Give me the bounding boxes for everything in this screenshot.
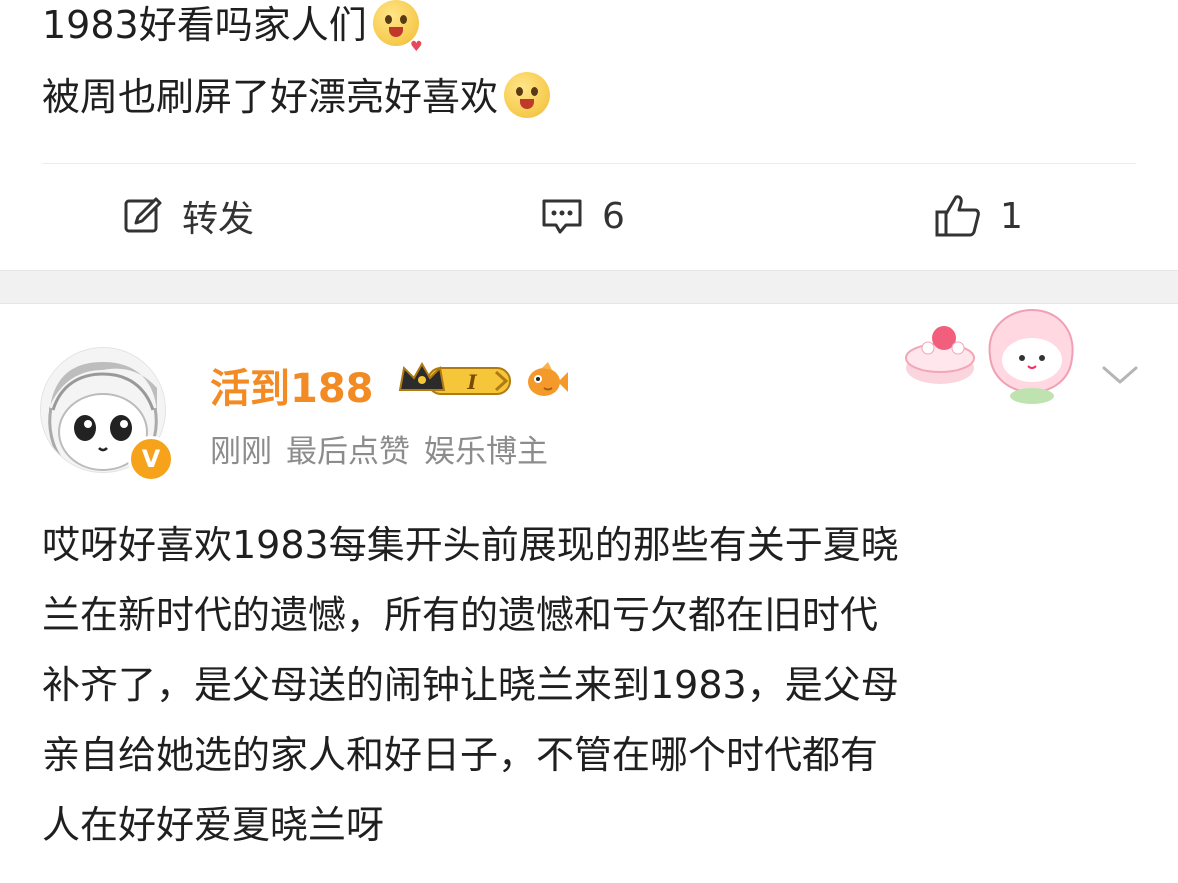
pleading-face-icon: ♥	[372, 0, 423, 55]
post-text-line-1: 1983好看吗家人们 ♥	[42, 0, 423, 55]
repost-button[interactable]: 转发	[122, 180, 254, 252]
like-count: 1	[1000, 195, 1023, 237]
post-text-line-2-content: 被周也刷屏了好漂亮好喜欢	[42, 75, 499, 119]
divider	[42, 163, 1136, 164]
comment-body: 哎呀好喜欢1983每集开头前展现的那些有关于夏晓 兰在新时代的遗憾，所有的遗憾和…	[42, 510, 1142, 860]
repost-icon	[124, 197, 162, 233]
comment-body-line: 补齐了，是父母送的闹钟让晓兰来到1983，是父母	[42, 663, 899, 707]
like-button[interactable]: 1	[934, 180, 1023, 252]
comment-meta: 刚刚 最后点赞 娱乐博主	[210, 426, 562, 471]
thumbs-up-icon	[935, 195, 980, 237]
comment-body-line: 哎呀好喜欢1983每集开头前展现的那些有关于夏晓	[42, 523, 899, 567]
meta-status: 最后点赞	[286, 434, 410, 470]
comment-body-line: 亲自给她选的家人和好日子，不管在哪个时代都有	[42, 733, 879, 777]
drooling-face-icon	[504, 72, 551, 118]
meta-role: 娱乐博主	[424, 434, 548, 470]
decorative-sticker-icon	[905, 308, 1074, 404]
meta-time: 刚刚	[210, 434, 272, 470]
chevron-down-icon[interactable]	[1100, 360, 1140, 390]
comment-body-line: 人在好好爱夏晓兰呀	[42, 803, 385, 847]
repost-label: 转发	[182, 199, 255, 240]
section-separator	[0, 270, 1178, 304]
post-text-line-2: 被周也刷屏了好漂亮好喜欢	[42, 72, 551, 122]
verified-mark: V	[141, 445, 161, 473]
post-action-bar: 转发 6 1	[0, 180, 1178, 252]
fish-badge-icon[interactable]	[522, 360, 568, 400]
comment-button[interactable]: 6	[540, 180, 625, 252]
comment-count: 6	[602, 195, 625, 237]
comment-body-line: 兰在新时代的遗憾，所有的遗憾和亏欠都在旧时代	[42, 593, 879, 637]
username[interactable]: 活到188	[210, 356, 374, 414]
level-badge-text: I	[466, 370, 477, 394]
comment-icon	[542, 199, 582, 234]
user-badges: I	[398, 360, 568, 400]
post-text-line-1-content: 1983好看吗家人们	[42, 3, 367, 47]
verified-badge: V	[128, 436, 174, 482]
crown-level-badge-icon[interactable]: I	[398, 360, 514, 400]
